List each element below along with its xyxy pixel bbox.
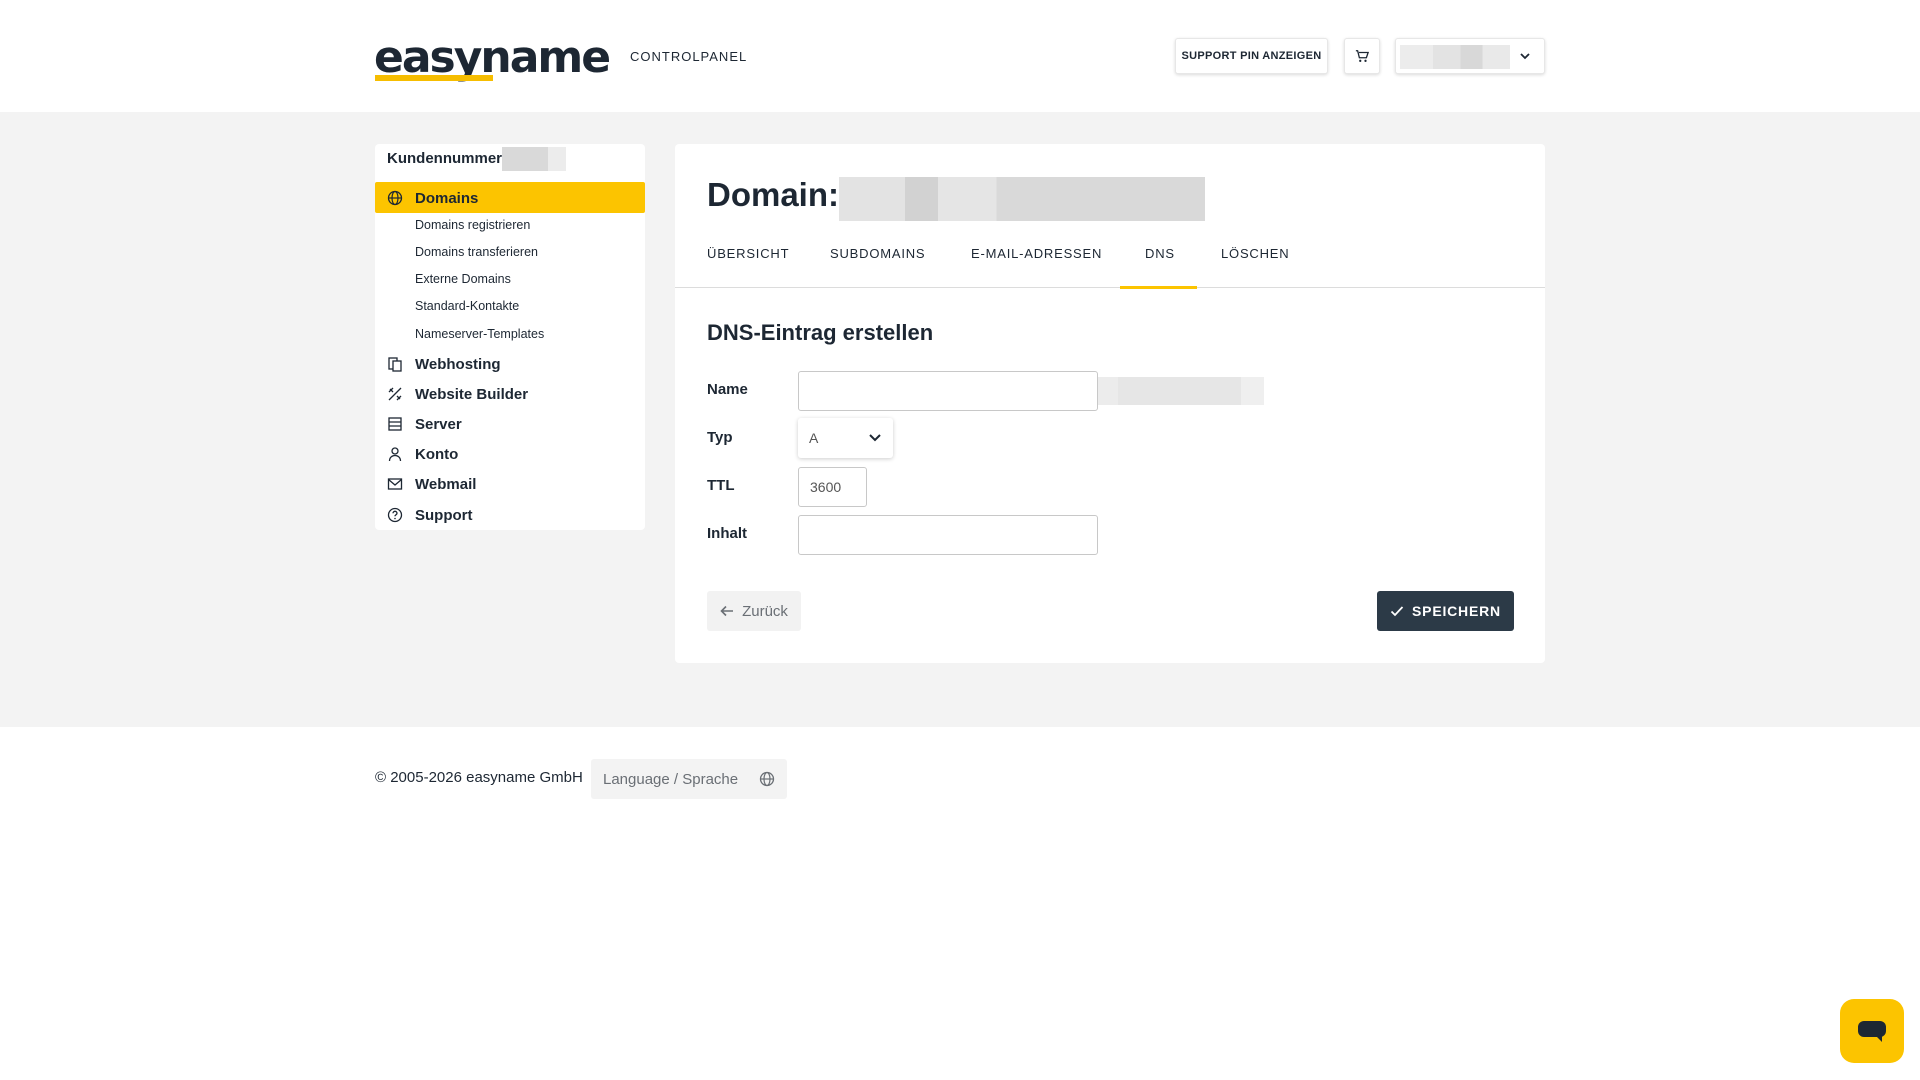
domain-tabs: ÜBERSICHT SUBDOMAINS E-MAIL-ADRESSEN DNS… bbox=[675, 244, 1545, 288]
sidebar-subitem-external-domains[interactable]: Externe Domains bbox=[415, 272, 511, 286]
redacted-user-name bbox=[1400, 45, 1510, 69]
content-label: Inhalt bbox=[707, 525, 747, 542]
language-selector-label: Language / Sprache bbox=[603, 770, 739, 788]
globe-icon bbox=[387, 190, 403, 206]
controlpanel-label: CONTROLPANEL bbox=[630, 49, 748, 64]
name-label: Name bbox=[707, 381, 748, 398]
redacted-domain-name bbox=[839, 177, 1205, 221]
page-title: Domain: bbox=[707, 176, 839, 213]
help-circle-icon bbox=[387, 507, 403, 523]
main-card: Domain: ÜBERSICHT SUBDOMAINS E-MAIL-ADRE… bbox=[675, 144, 1545, 663]
ttl-input[interactable]: 3600 bbox=[798, 467, 867, 507]
arrow-left-icon bbox=[720, 605, 734, 617]
tab-delete[interactable]: LÖSCHEN bbox=[1221, 244, 1289, 288]
sidebar-item-label: Webhosting bbox=[415, 355, 501, 373]
cart-button[interactable] bbox=[1344, 38, 1380, 74]
redacted-domain-suffix bbox=[1098, 377, 1264, 405]
sidebar-item-label: Website Builder bbox=[415, 385, 529, 403]
customer-number-label: Kundennummer: bbox=[387, 150, 507, 167]
save-button[interactable]: SPEICHERN bbox=[1377, 591, 1514, 631]
back-button-label: Zurück bbox=[742, 602, 788, 620]
form-title: DNS-Eintrag erstellen bbox=[707, 320, 934, 345]
check-icon bbox=[1390, 606, 1404, 617]
header: easyname CONTROLPANEL SUPPORT PIN ANZEIG… bbox=[0, 0, 1920, 112]
chat-icon bbox=[1858, 1021, 1886, 1042]
sidebar-item-label: Support bbox=[415, 506, 473, 524]
save-button-label: SPEICHERN bbox=[1412, 603, 1501, 619]
logo-underline bbox=[375, 75, 493, 81]
type-select[interactable]: A bbox=[798, 418, 893, 458]
user-icon bbox=[387, 446, 403, 462]
globe-icon bbox=[759, 771, 775, 787]
sidebar-item-label: Domains bbox=[415, 189, 479, 207]
sidebar-subitem-nameserver-templates[interactable]: Nameserver-Templates bbox=[415, 327, 544, 341]
chevron-down-icon bbox=[1520, 53, 1530, 60]
sidebar-item-server[interactable]: Server bbox=[375, 411, 645, 437]
copyright-text: © 2005-2026 easyname GmbH bbox=[375, 769, 583, 786]
sidebar-item-domains[interactable]: Domains bbox=[375, 185, 645, 211]
server-icon bbox=[387, 416, 403, 432]
content-input[interactable] bbox=[798, 515, 1098, 555]
chat-widget-button[interactable] bbox=[1840, 999, 1904, 1063]
mail-icon bbox=[387, 476, 403, 492]
sidebar-subitem-domains-register[interactable]: Domains registrieren bbox=[415, 218, 530, 232]
sidebar-item-webmail[interactable]: Webmail bbox=[375, 471, 645, 497]
cart-icon bbox=[1355, 50, 1369, 62]
back-button[interactable]: Zurück bbox=[707, 591, 801, 631]
ttl-label: TTL bbox=[707, 477, 735, 494]
file-copy-icon bbox=[387, 356, 403, 372]
sidebar-item-label: Konto bbox=[415, 445, 459, 463]
sidebar-item-label: Server bbox=[415, 415, 462, 433]
chevron-down-icon bbox=[869, 434, 881, 442]
tab-subdomains[interactable]: SUBDOMAINS bbox=[830, 244, 925, 288]
sidebar-subitem-domains-transfer[interactable]: Domains transferieren bbox=[415, 245, 538, 259]
type-select-value: A bbox=[809, 430, 819, 446]
language-selector[interactable]: Language / Sprache bbox=[591, 759, 787, 799]
tab-dns[interactable]: DNS bbox=[1145, 244, 1175, 288]
sidebar-item-support[interactable]: Support bbox=[375, 502, 645, 528]
sidebar-subitem-default-contacts[interactable]: Standard-Kontakte bbox=[415, 299, 519, 313]
sidebar-item-konto[interactable]: Konto bbox=[375, 441, 645, 467]
type-label: Typ bbox=[707, 429, 733, 446]
tab-overview[interactable]: ÜBERSICHT bbox=[707, 244, 789, 288]
redacted-customer-number bbox=[502, 147, 566, 171]
sidebar-item-website-builder[interactable]: Website Builder bbox=[375, 381, 645, 407]
sidebar-item-webhosting[interactable]: Webhosting bbox=[375, 351, 645, 377]
user-menu-button[interactable] bbox=[1395, 38, 1545, 74]
sidebar: Kundennummer: Domains Domains registrier… bbox=[375, 144, 645, 530]
tab-email-addresses[interactable]: E-MAIL-ADRESSEN bbox=[971, 244, 1102, 288]
name-input[interactable] bbox=[798, 371, 1098, 411]
sidebar-item-label: Webmail bbox=[415, 475, 477, 493]
active-tab-indicator bbox=[1120, 286, 1197, 289]
support-pin-button[interactable]: SUPPORT PIN ANZEIGEN bbox=[1175, 38, 1328, 74]
tools-icon bbox=[387, 386, 403, 402]
